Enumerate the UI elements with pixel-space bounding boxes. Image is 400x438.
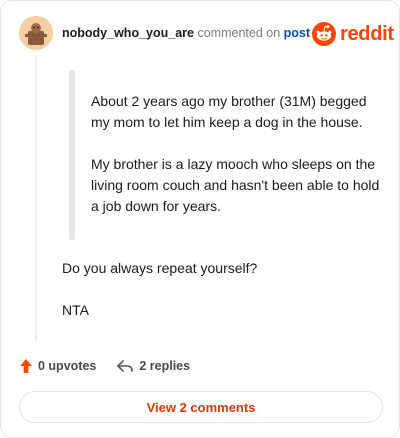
reddit-logo[interactable]: reddit — [312, 21, 394, 47]
comment-header: nobody_who_you_are commented on post — [62, 25, 310, 41]
replies-count: 2 replies — [139, 359, 191, 373]
comment-paragraph: Do you always repeat yourself? — [62, 260, 258, 276]
quote-paragraph: My brother is a lazy mooch who sleeps on… — [91, 156, 380, 214]
post-link[interactable]: post — [284, 26, 310, 40]
blockquote-bar — [69, 70, 75, 240]
comment-card: nobody_who_you_are commented on post red… — [0, 0, 400, 438]
replies-button[interactable]: 2 replies — [116, 358, 190, 374]
arrow-up-icon — [20, 359, 32, 373]
comment-paragraph: NTA — [62, 302, 89, 318]
username[interactable]: nobody_who_you_are — [62, 26, 194, 40]
commented-on-text: commented on — [197, 26, 281, 40]
action-bar: 0 upvotes 2 replies — [19, 356, 190, 376]
comment-body: Do you always repeat yourself? NTA — [62, 258, 382, 321]
view-comments-button[interactable]: View 2 comments — [19, 391, 383, 423]
thread-line[interactable] — [35, 57, 37, 341]
quoted-text: About 2 years ago my brother (31M) begge… — [91, 91, 381, 217]
reddit-wordmark: reddit — [340, 22, 394, 45]
upvote-count: 0 upvotes — [38, 359, 97, 373]
reddit-snoo-icon — [312, 22, 336, 46]
view-comments-label: View 2 comments — [146, 399, 256, 415]
avatar[interactable] — [19, 16, 53, 50]
reply-arrow-icon — [117, 360, 134, 372]
upvote-button[interactable]: 0 upvotes — [19, 358, 96, 374]
quote-paragraph: About 2 years ago my brother (31M) begge… — [91, 93, 367, 130]
